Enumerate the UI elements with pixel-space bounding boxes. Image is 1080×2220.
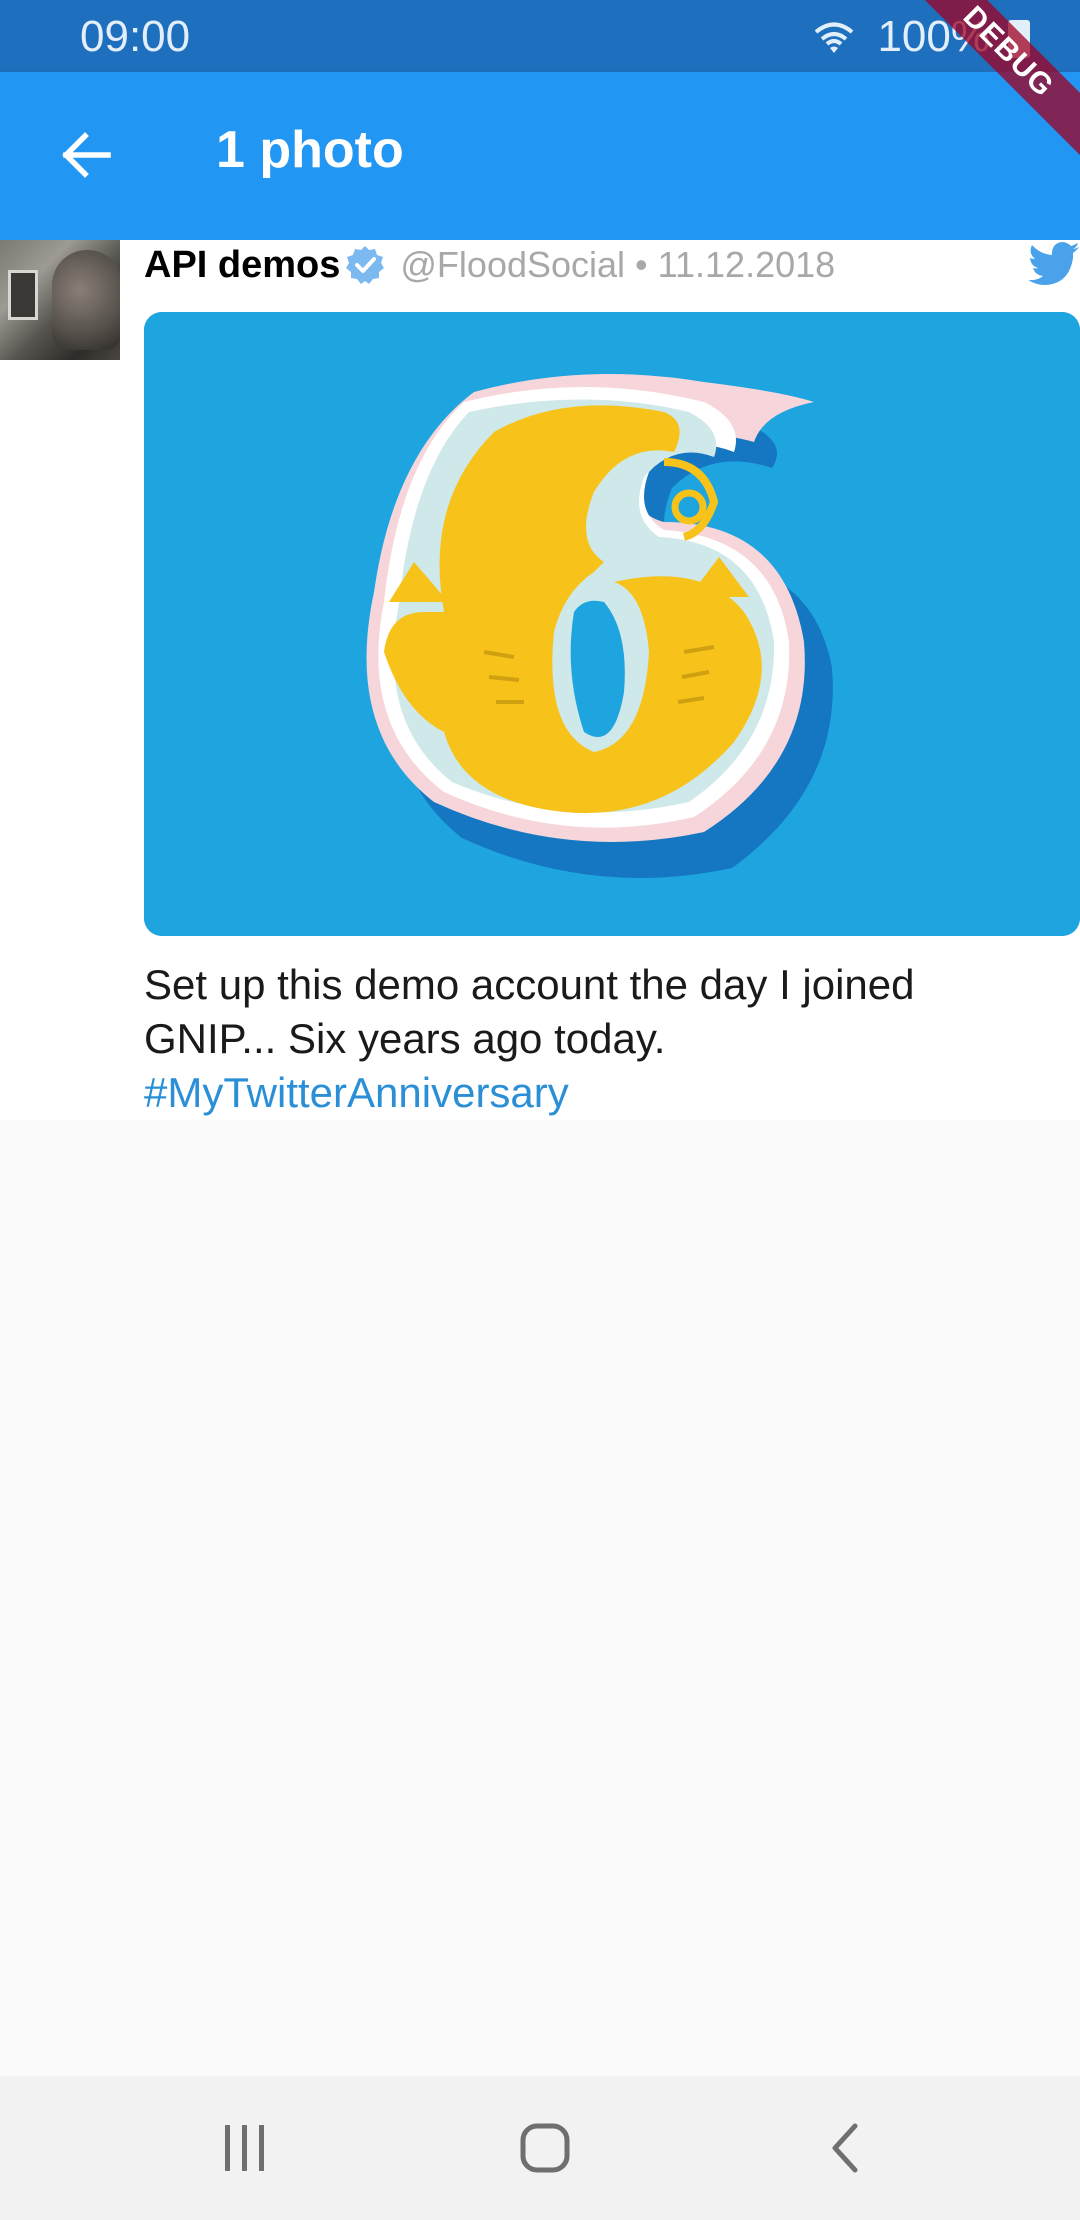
twitter-bird-icon[interactable]	[1028, 242, 1080, 286]
back-icon	[832, 2123, 858, 2173]
tweet-body: Set up this demo account the day I joine…	[144, 961, 915, 1062]
arrow-left-icon	[62, 132, 111, 178]
tweet-image[interactable]	[144, 312, 1080, 936]
recent-apps-button[interactable]	[210, 2116, 280, 2180]
tweet-text: Set up this demo account the day I joine…	[144, 958, 1044, 1120]
status-bar: 09:00 100%	[0, 0, 1080, 72]
number-six-papercut-image	[144, 312, 1080, 936]
author-handle[interactable]: @FloodSocial	[400, 244, 625, 286]
page-title: 1 photo	[216, 121, 404, 179]
status-time: 09:00	[80, 12, 191, 61]
system-back-button[interactable]	[810, 2116, 880, 2180]
author-name[interactable]: API demos	[144, 244, 340, 287]
separator-dot: •	[635, 244, 648, 285]
hashtag-link[interactable]: #MyTwitterAnniversary	[144, 1066, 1044, 1120]
avatar-face	[52, 250, 120, 350]
app-bar: 1 photo	[0, 72, 1080, 240]
tweet-header: API demos @FloodSocial • 11.12.2018	[144, 240, 1080, 290]
tweet-date: 11.12.2018	[657, 244, 836, 285]
avatar[interactable]	[0, 240, 120, 360]
home-icon	[520, 2123, 570, 2173]
home-button[interactable]	[510, 2116, 580, 2180]
back-button[interactable]	[40, 110, 130, 200]
recent-apps-icon	[225, 2125, 264, 2171]
verified-badge-icon	[346, 246, 385, 284]
tweet-card[interactable]: API demos @FloodSocial • 11.12.2018 Set …	[0, 240, 1080, 1120]
avatar-background	[8, 270, 38, 320]
system-nav-bar	[0, 2076, 1080, 2220]
wifi-icon	[815, 22, 854, 53]
